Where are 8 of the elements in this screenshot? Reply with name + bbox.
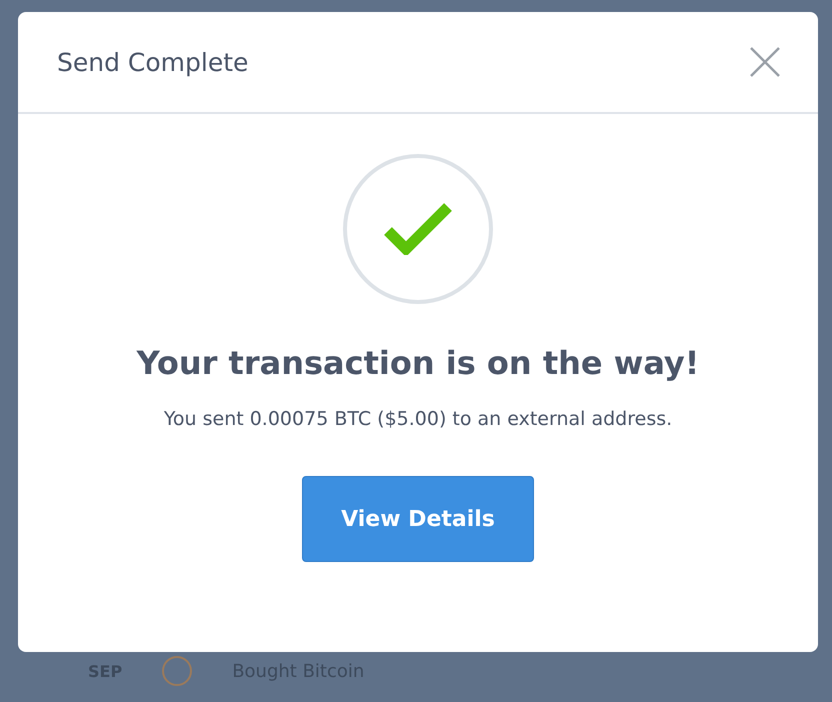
close-button[interactable] bbox=[750, 47, 780, 77]
dialog-title: Send Complete bbox=[57, 48, 248, 76]
view-details-button[interactable]: View Details bbox=[302, 476, 534, 562]
avatar bbox=[162, 656, 192, 686]
close-icon bbox=[750, 47, 780, 77]
checkmark-icon bbox=[384, 203, 452, 255]
message: You sent 0.00075 BTC ($5.00) to an external address. bbox=[164, 408, 672, 430]
heading: Your transaction is on the way! bbox=[136, 344, 700, 382]
